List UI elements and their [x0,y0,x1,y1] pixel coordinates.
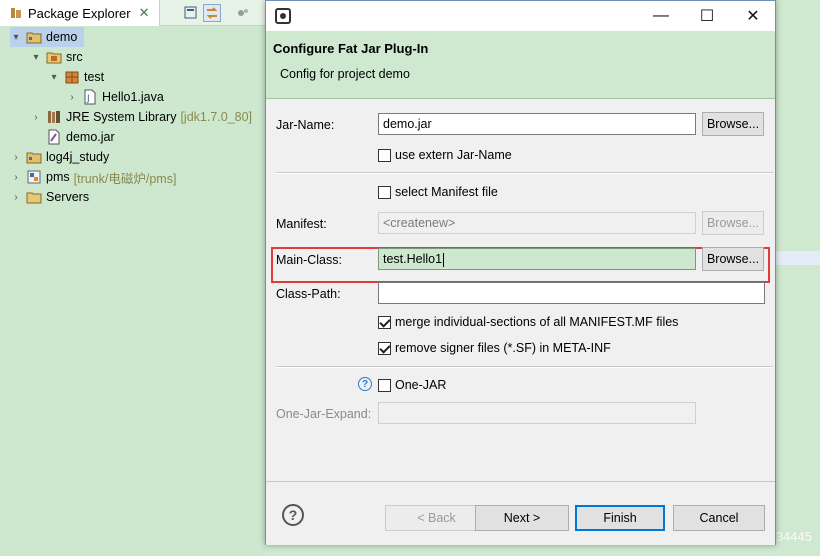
expand-toggle-icon[interactable]: › [30,112,42,123]
package-explorer-tab[interactable]: Package Explorer ✕ [0,0,160,26]
class-path-input[interactable] [378,282,765,304]
package-explorer-icon [10,7,22,19]
checkbox-box[interactable] [378,315,391,329]
project-folder-icon [26,149,42,165]
class-path-label: Class-Path: [276,287,341,301]
checkbox-label: merge individual-sections of all MANIFES… [395,315,679,329]
checkbox-label: remove signer files (*.SF) in META-INF [395,341,611,355]
use-extern-jar-name-checkbox[interactable]: use extern Jar-Name [378,148,512,162]
tree-item-label: JRE System Library [66,110,177,124]
tree-item-label: pms [46,170,70,184]
tree-item-log4j-study[interactable]: › log4j_study [10,147,109,167]
tree-item-label: demo [46,30,78,44]
tree-item-label: log4j_study [46,150,110,164]
tree-item-servers[interactable]: › Servers [10,187,89,207]
expand-toggle-icon[interactable]: ▾ [10,32,22,43]
library-icon [46,109,62,125]
expand-toggle-icon[interactable]: ▾ [30,52,42,63]
tree-item-hello1-java[interactable]: › J Hello1.java [66,87,164,107]
checkbox-box[interactable] [378,148,391,162]
link-with-editor-icon[interactable] [203,4,221,22]
maximize-icon[interactable]: ☐ [684,1,730,31]
expand-toggle-icon[interactable]: › [10,152,22,163]
jar-name-label: Jar-Name: [276,118,335,132]
collapse-all-icon[interactable] [182,4,200,22]
merge-sections-checkbox[interactable]: merge individual-sections of all MANIFES… [378,315,678,329]
expand-toggle-icon[interactable]: ▾ [48,72,60,83]
checkbox-box[interactable] [378,185,391,199]
close-icon[interactable]: ✕ [139,5,150,21]
expand-toggle-icon[interactable]: › [66,92,78,103]
one-jar-expand-label: One-Jar-Expand: [276,407,372,421]
folder-icon [26,189,42,205]
main-class-browse-button[interactable]: Browse... [702,247,764,271]
expand-toggle-icon[interactable]: › [10,192,22,203]
tree-item-src[interactable]: ▾ src [30,47,83,67]
separator [276,366,773,368]
tree-item-pms[interactable]: › pms [trunk/电磁炉/pms] [10,167,176,187]
jar-name-input[interactable]: demo.jar [378,113,696,135]
manifest-label: Manifest: [276,217,327,231]
svg-text:J: J [86,94,90,104]
checkbox-label: One-JAR [395,378,447,392]
svn-project-icon [26,169,42,185]
manifest-browse-button[interactable]: Browse... [702,211,764,235]
tree-item-label: src [66,50,83,64]
checkbox-label: use extern Jar-Name [395,148,512,162]
one-jar-checkbox[interactable]: One-JAR [378,378,446,392]
package-explorer-tabbar: Package Explorer ✕ [0,0,265,26]
editor-highlight-line [776,251,820,265]
checkbox-box[interactable] [378,341,391,355]
package-icon [64,69,80,85]
java-file-icon: J [82,89,98,105]
dialog-titlebar: — ☐ ✕ [266,1,775,31]
dialog-message: Config for project demo [280,67,410,81]
tree-item-label: Hello1.java [102,90,164,104]
tree-item-label: test [84,70,105,84]
main-class-value: test.Hello1 [383,252,443,266]
back-button[interactable]: < Back [385,505,488,531]
separator [276,172,773,174]
fat-jar-dialog: — ☐ ✕ Configure Fat Jar Plug-In Config f… [265,0,776,545]
jar-file-icon [46,129,62,145]
cancel-button[interactable]: Cancel [673,505,765,531]
main-class-label: Main-Class: [276,253,342,267]
jar-name-browse-button[interactable]: Browse... [702,112,764,136]
close-icon[interactable]: ✕ [730,1,776,31]
help-icon[interactable]: ? [282,504,304,526]
one-jar-help-icon[interactable]: ? [358,377,372,391]
eclipse-app-icon [275,8,291,24]
remove-signer-checkbox[interactable]: remove signer files (*.SF) in META-INF [378,341,611,355]
dialog-banner: Configure Fat Jar Plug-In Config for pro… [266,31,775,99]
tree-item-label: demo.jar [66,130,115,144]
tree-item-jre-library[interactable]: › JRE System Library [jdk1.7.0_80] [30,107,252,127]
view-menu-icon[interactable] [234,4,252,22]
package-explorer-tree: ▾ demo ▾ src ▾ test › J Hello1.java › JR… [0,26,265,556]
editor-side-strip [775,0,820,556]
dialog-title: Configure Fat Jar Plug-In [273,41,429,56]
tree-item-decoration: [jdk1.7.0_80] [180,110,253,124]
finish-button[interactable]: Finish [575,505,665,531]
dialog-footer: ? < Back Next > Finish Cancel [266,481,775,545]
checkbox-box[interactable] [378,378,391,392]
project-folder-icon [26,29,42,45]
tree-item-test[interactable]: ▾ test [48,67,104,87]
tree-item-demo[interactable]: ▾ demo [10,27,84,47]
select-manifest-file-checkbox[interactable]: select Manifest file [378,185,498,199]
checkbox-label: select Manifest file [395,185,498,199]
one-jar-expand-input[interactable] [378,402,696,424]
manifest-input[interactable]: <createnew> [378,212,696,234]
text-caret [443,252,445,267]
tree-item-label: Servers [46,190,90,204]
dialog-content: Jar-Name: demo.jar Browse... use extern … [266,100,775,480]
tree-item-decoration: [trunk/电磁炉/pms] [73,171,177,186]
source-folder-icon [46,49,62,65]
tree-item-demo-jar[interactable]: demo.jar [46,127,115,147]
expand-toggle-icon[interactable]: › [10,172,22,183]
main-class-input[interactable]: test.Hello1 [378,248,696,270]
next-button[interactable]: Next > [475,505,569,531]
package-explorer-tab-label: Package Explorer [28,5,131,21]
minimize-icon[interactable]: — [638,1,684,31]
